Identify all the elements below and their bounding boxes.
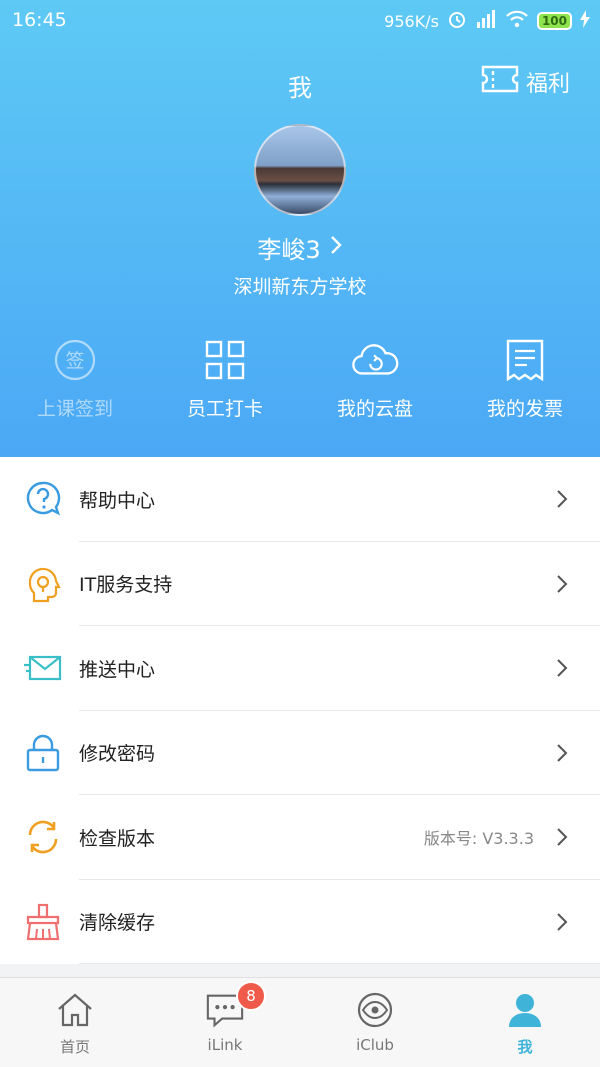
tab-ilink[interactable]: iLink 8 bbox=[150, 978, 300, 1067]
divider bbox=[79, 963, 600, 964]
tab-label: iLink bbox=[207, 1036, 243, 1054]
welfare-button[interactable]: 福利 bbox=[480, 64, 570, 100]
status-time: 16:45 bbox=[12, 9, 67, 31]
chevron-right-icon bbox=[557, 490, 568, 508]
menu-item-help[interactable]: 帮助中心 bbox=[0, 457, 600, 542]
chevron-right-icon bbox=[557, 913, 568, 931]
svg-text:签: 签 bbox=[65, 350, 84, 372]
status-indicators: 956K/s 100 bbox=[384, 9, 590, 33]
menu-item-label: 推送中心 bbox=[79, 658, 156, 681]
menu-item-it-support[interactable]: IT服务支持 bbox=[0, 542, 600, 626]
charging-icon bbox=[580, 10, 590, 32]
settings-menu: 帮助中心 IT服务支持 推送中心 修改密码 检查版本 版本号: V3.3.3 清… bbox=[0, 457, 600, 964]
chevron-right-icon bbox=[557, 575, 568, 593]
wifi-icon bbox=[505, 10, 529, 32]
chevron-right-icon bbox=[557, 744, 568, 762]
quick-action-label: 上课签到 bbox=[36, 398, 113, 420]
status-bar: 16:45 956K/s 100 bbox=[0, 0, 600, 40]
invoice-icon bbox=[501, 336, 549, 384]
qr-code-icon bbox=[201, 336, 249, 384]
tab-label: iClub bbox=[356, 1036, 394, 1054]
push-icon bbox=[24, 649, 62, 687]
tab-label: 首页 bbox=[59, 1038, 90, 1056]
menu-item-label: 检查版本 bbox=[79, 827, 156, 850]
home-icon bbox=[55, 990, 95, 1030]
menu-item-clear-cache[interactable]: 清除缓存 bbox=[0, 880, 600, 964]
network-speed: 956K/s bbox=[384, 11, 439, 31]
menu-item-label: 修改密码 bbox=[79, 743, 156, 766]
tab-label: 我 bbox=[517, 1038, 533, 1056]
chevron-right-icon bbox=[329, 234, 343, 262]
alarm-icon bbox=[447, 9, 467, 33]
menu-item-check-version[interactable]: 检查版本 版本号: V3.3.3 bbox=[0, 795, 600, 880]
profile-name-link[interactable]: 李峻3 bbox=[0, 230, 600, 265]
quick-action-label: 我的云盘 bbox=[336, 398, 413, 420]
unread-badge: 8 bbox=[236, 981, 266, 1011]
quick-action-label: 员工打卡 bbox=[186, 398, 263, 420]
ticket-icon bbox=[480, 64, 520, 100]
quick-action-sign-in[interactable]: 签 上课签到 bbox=[0, 336, 150, 421]
avatar[interactable] bbox=[254, 124, 346, 216]
profile-icon bbox=[505, 990, 545, 1030]
tab-me[interactable]: 我 bbox=[450, 978, 600, 1067]
menu-item-label: 清除缓存 bbox=[79, 912, 156, 935]
cloud-icon bbox=[351, 336, 399, 384]
help-icon bbox=[24, 480, 62, 518]
bottom-tab-bar: 首页 iLink 8 iClub 我 bbox=[0, 977, 600, 1067]
version-number: 版本号: V3.3.3 bbox=[423, 829, 534, 849]
menu-item-change-password[interactable]: 修改密码 bbox=[0, 711, 600, 795]
refresh-icon bbox=[24, 818, 62, 856]
quick-action-clock-in[interactable]: 员工打卡 bbox=[150, 336, 300, 421]
signal-icon bbox=[475, 10, 497, 32]
tab-iclub[interactable]: iClub bbox=[300, 978, 450, 1067]
menu-item-push[interactable]: 推送中心 bbox=[0, 626, 600, 711]
menu-item-label: IT服务支持 bbox=[79, 574, 173, 597]
menu-item-label: 帮助中心 bbox=[79, 489, 156, 512]
welfare-label: 福利 bbox=[525, 72, 570, 97]
profile-header: 16:45 956K/s 100 我 福利 李峻3 深圳新东方学校 签 上课签到… bbox=[0, 0, 600, 457]
chevron-right-icon bbox=[557, 659, 568, 677]
lock-icon bbox=[24, 734, 62, 772]
user-name: 李峻3 bbox=[257, 236, 321, 264]
eye-icon bbox=[355, 990, 395, 1030]
chevron-right-icon bbox=[557, 828, 568, 846]
it-support-icon bbox=[24, 565, 62, 603]
quick-action-invoice[interactable]: 我的发票 bbox=[450, 336, 600, 421]
quick-action-label: 我的发票 bbox=[486, 398, 563, 420]
school-name: 深圳新东方学校 bbox=[233, 276, 367, 298]
quick-action-cloud[interactable]: 我的云盘 bbox=[300, 336, 450, 421]
battery-icon: 100 bbox=[536, 12, 572, 30]
tab-home[interactable]: 首页 bbox=[0, 978, 150, 1067]
sign-in-icon: 签 bbox=[51, 336, 99, 384]
quick-actions: 签 上课签到 员工打卡 我的云盘 我的发票 bbox=[0, 336, 600, 421]
broom-icon bbox=[24, 903, 62, 941]
